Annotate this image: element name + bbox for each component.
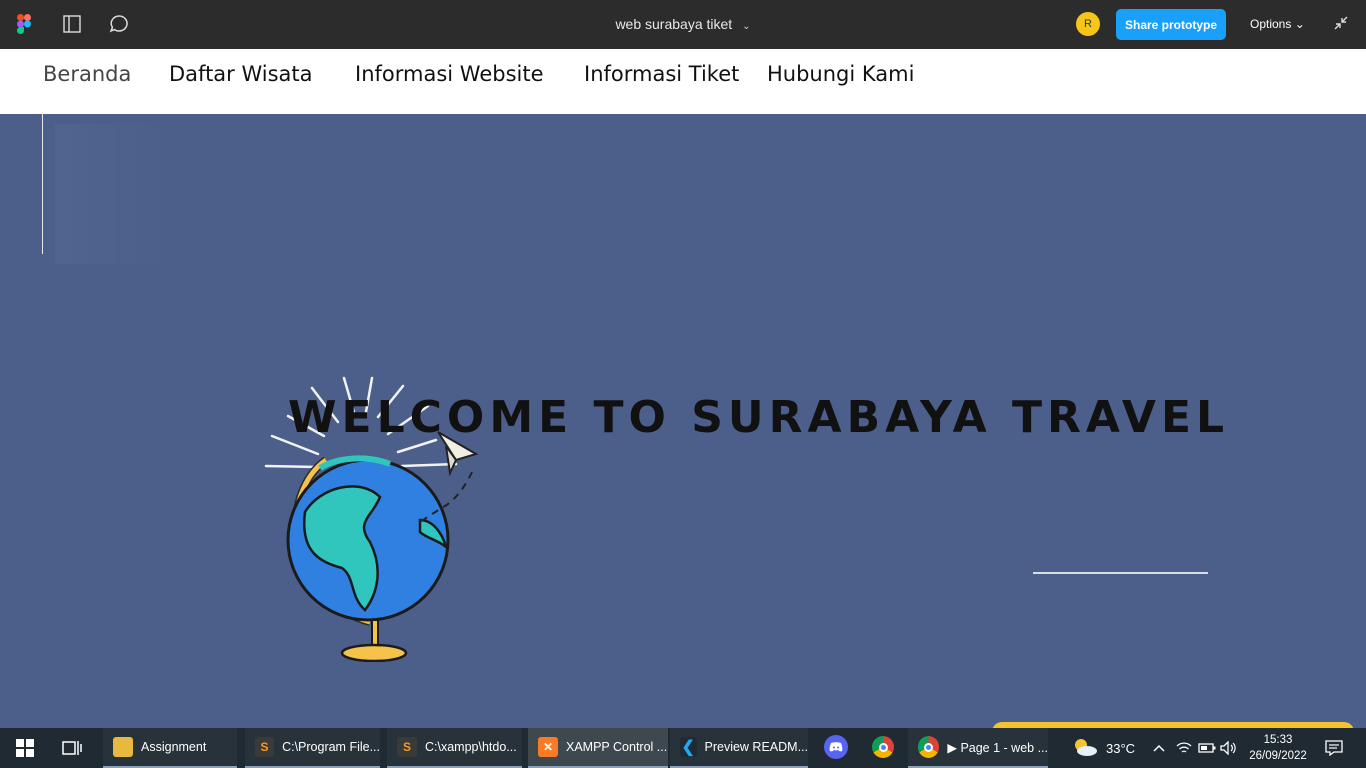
nav-item-beranda[interactable]: Beranda bbox=[43, 62, 131, 86]
notifications-icon[interactable] bbox=[1324, 728, 1344, 768]
taskbar-app-label: ▶ Page 1 - web ... bbox=[947, 740, 1048, 755]
taskbar-app-chrome-2[interactable]: ▶ Page 1 - web ... bbox=[908, 728, 1048, 768]
vscode-icon: ❮ bbox=[680, 737, 697, 757]
taskbar-app-label: Preview READM... bbox=[704, 740, 809, 754]
decorative-line bbox=[1033, 572, 1208, 574]
wifi-icon[interactable] bbox=[1176, 728, 1192, 768]
weather-icon bbox=[1072, 737, 1098, 760]
volume-icon[interactable] bbox=[1220, 728, 1238, 768]
folder-icon bbox=[113, 737, 133, 757]
taskbar-app-xampp[interactable]: ✕ XAMPP Control ... bbox=[528, 728, 668, 768]
hero-section: WELCOME TO SURABAYA TRAVEL bbox=[0, 114, 1366, 728]
chrome-icon bbox=[872, 736, 894, 758]
decorative-shade bbox=[55, 124, 165, 264]
taskbar: Assignment S C:\Program File... S C:\xam… bbox=[0, 728, 1366, 768]
prototype-title-text: web surabaya tiket bbox=[615, 16, 733, 32]
clock-time: 15:33 bbox=[1263, 734, 1293, 746]
avatar[interactable]: R bbox=[1076, 12, 1100, 36]
battery-icon[interactable] bbox=[1198, 728, 1216, 768]
taskbar-app-vscode[interactable]: ❮ Preview READM... bbox=[670, 728, 808, 768]
task-view-icon[interactable] bbox=[60, 728, 84, 768]
collapse-icon[interactable] bbox=[1332, 14, 1352, 34]
windows-start-icon[interactable] bbox=[14, 728, 36, 768]
nav-item-daftar-wisata[interactable]: Daftar Wisata bbox=[169, 62, 313, 86]
taskbar-app-assignment[interactable]: Assignment bbox=[103, 728, 237, 768]
chevron-down-icon: ⌄ bbox=[742, 21, 751, 32]
nav-item-hubungi-kami[interactable]: Hubungi Kami bbox=[767, 62, 914, 86]
share-prototype-button[interactable]: Share prototype bbox=[1116, 9, 1226, 40]
taskbar-app-sublime-2[interactable]: S C:\xampp\htdo... bbox=[387, 728, 522, 768]
taskbar-app-label: Assignment bbox=[141, 740, 207, 754]
sublime-icon: S bbox=[397, 737, 417, 757]
taskbar-app-sublime-1[interactable]: S C:\Program File... bbox=[245, 728, 380, 768]
discord-icon bbox=[824, 735, 848, 759]
taskbar-app-label: XAMPP Control ... bbox=[566, 740, 668, 754]
taskbar-app-chrome-1[interactable] bbox=[862, 728, 906, 768]
taskbar-app-label: C:\xampp\htdo... bbox=[425, 740, 517, 754]
decorative-line bbox=[42, 114, 43, 254]
options-button[interactable]: Options ⌄ bbox=[1250, 17, 1305, 31]
site-navigation: Beranda Daftar Wisata Informasi Website … bbox=[0, 49, 1366, 114]
nav-item-informasi-website[interactable]: Informasi Website bbox=[355, 62, 544, 86]
chrome-icon bbox=[918, 736, 940, 758]
tray-chevron-up-icon[interactable] bbox=[1152, 728, 1166, 768]
taskbar-app-discord[interactable] bbox=[814, 728, 858, 768]
sublime-icon: S bbox=[255, 737, 275, 757]
hero-title: WELCOME TO SURABAYA TRAVEL bbox=[288, 392, 1230, 443]
system-clock[interactable]: 15:33 26/09/2022 bbox=[1240, 732, 1316, 764]
figma-toolbar: web surabaya tiket ⌄ R Share prototype Op… bbox=[0, 0, 1366, 49]
nav-item-informasi-tiket[interactable]: Informasi Tiket bbox=[584, 62, 739, 86]
taskbar-app-label: C:\Program File... bbox=[282, 740, 380, 754]
weather-widget[interactable]: 33°C bbox=[1072, 728, 1135, 768]
weather-temperature: 33°C bbox=[1106, 740, 1136, 756]
clock-date: 26/09/2022 bbox=[1249, 750, 1307, 762]
xampp-icon: ✕ bbox=[538, 737, 558, 757]
